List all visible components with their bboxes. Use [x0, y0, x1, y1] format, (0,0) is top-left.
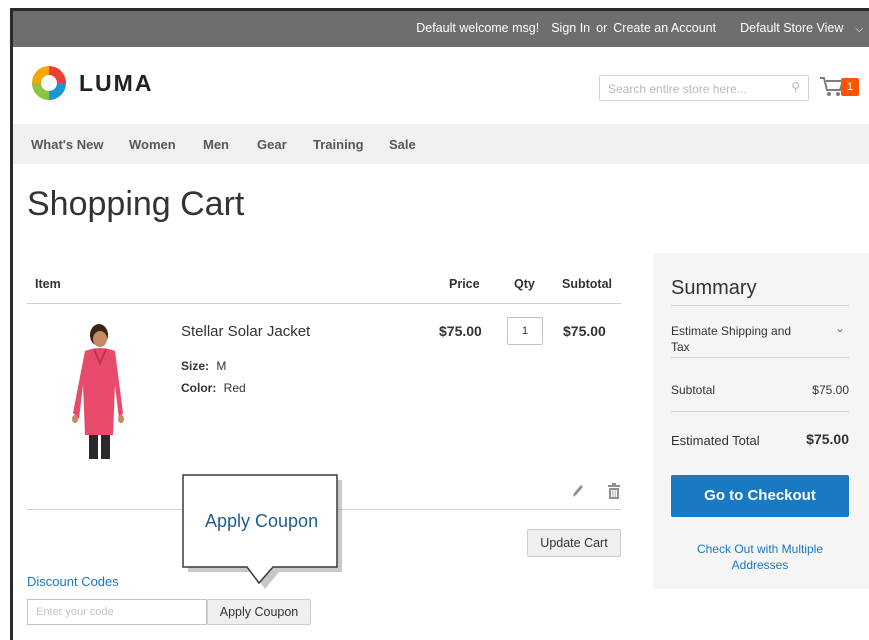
product-option-size: Size: M: [181, 359, 226, 373]
luma-logo-icon: [32, 66, 66, 100]
top-bar: Default welcome msg! Sign In or Create a…: [13, 11, 869, 47]
logo-text: LUMA: [79, 69, 154, 96]
nav-item-training[interactable]: Training: [313, 137, 364, 152]
pencil-icon[interactable]: [571, 483, 585, 499]
search-icon[interactable]: ⚲: [791, 80, 800, 94]
summary-subtotal-value: $75.00: [812, 383, 849, 397]
chevron-down-icon: ⌵: [855, 24, 863, 35]
summary-subtotal-row: Subtotal $75.00: [671, 383, 849, 397]
estimated-total-value: $75.00: [806, 431, 849, 447]
go-to-checkout-button[interactable]: Go to Checkout: [671, 475, 849, 517]
discount-codes-toggle[interactable]: Discount Codes: [27, 574, 119, 589]
size-label: Size:: [181, 359, 210, 373]
column-header-qty: Qty: [514, 277, 535, 291]
order-summary: Summary Estimate Shipping and Tax ⌄ Subt…: [653, 253, 869, 589]
color-value: Red: [223, 381, 246, 395]
apply-coupon-button[interactable]: Apply Coupon: [207, 599, 311, 625]
column-header-subtotal: Subtotal: [562, 277, 612, 291]
callout-bubble: [182, 474, 342, 589]
page-title: Shopping Cart: [27, 185, 245, 223]
size-value: M: [216, 359, 227, 373]
summary-subtotal-label: Subtotal: [671, 383, 716, 397]
chevron-down-icon[interactable]: ⌄: [835, 321, 845, 335]
item-subtotal: $75.00: [563, 323, 606, 339]
quantity-input[interactable]: 1: [507, 317, 543, 345]
welcome-message: Default welcome msg!: [416, 21, 540, 35]
column-header-price: Price: [449, 277, 480, 291]
nav-item-gear[interactable]: Gear: [257, 137, 287, 152]
summary-title: Summary: [671, 277, 757, 299]
create-account-link[interactable]: Create an Account: [613, 21, 716, 35]
apply-coupon-callout: Apply Coupon: [181, 473, 345, 589]
trash-icon[interactable]: [607, 483, 621, 499]
summary-divider: [671, 357, 849, 358]
browser-frame: Default welcome msg! Sign In or Create a…: [10, 8, 869, 640]
store-view-switcher[interactable]: Default Store View ⌵: [728, 21, 863, 35]
callout-text: Apply Coupon: [205, 511, 319, 531]
table-divider: [27, 303, 621, 304]
item-price: $75.00: [439, 323, 482, 339]
coupon-placeholder: Enter your code: [36, 606, 114, 618]
product-option-color: Color: Red: [181, 381, 246, 395]
store-view-label: Default Store View: [740, 21, 844, 35]
product-image[interactable]: [63, 323, 133, 463]
multi-address-checkout-link[interactable]: Check Out with Multiple Addresses: [671, 541, 849, 573]
summary-divider: [671, 411, 849, 412]
nav-item-women[interactable]: Women: [129, 137, 176, 152]
search-placeholder: Search entire store here...: [608, 82, 747, 96]
nav-item-whats-new[interactable]: What's New: [31, 137, 103, 152]
product-name-link[interactable]: Stellar Solar Jacket: [181, 323, 310, 340]
summary-total-row: Estimated Total $75.00: [671, 431, 849, 448]
estimated-total-label: Estimated Total: [671, 433, 760, 448]
logo[interactable]: LUMA: [31, 65, 153, 101]
nav-item-men[interactable]: Men: [203, 137, 229, 152]
cart-count-badge[interactable]: 1: [841, 78, 859, 96]
column-header-item: Item: [35, 277, 61, 291]
header-links: Default welcome msg! Sign In or Create a…: [404, 21, 863, 35]
summary-divider: [671, 305, 849, 306]
sign-in-link[interactable]: Sign In: [551, 21, 590, 35]
search-input[interactable]: Search entire store here... ⚲: [599, 75, 809, 101]
nav-item-sale[interactable]: Sale: [389, 137, 416, 152]
update-cart-button[interactable]: Update Cart: [527, 529, 621, 557]
estimate-shipping-toggle[interactable]: Estimate Shipping and Tax: [671, 323, 811, 355]
coupon-code-input[interactable]: Enter your code: [27, 599, 207, 625]
color-label: Color:: [181, 381, 217, 395]
or-text: or: [596, 21, 608, 35]
main-navigation: What's New Women Men Gear Training Sale: [13, 124, 869, 164]
